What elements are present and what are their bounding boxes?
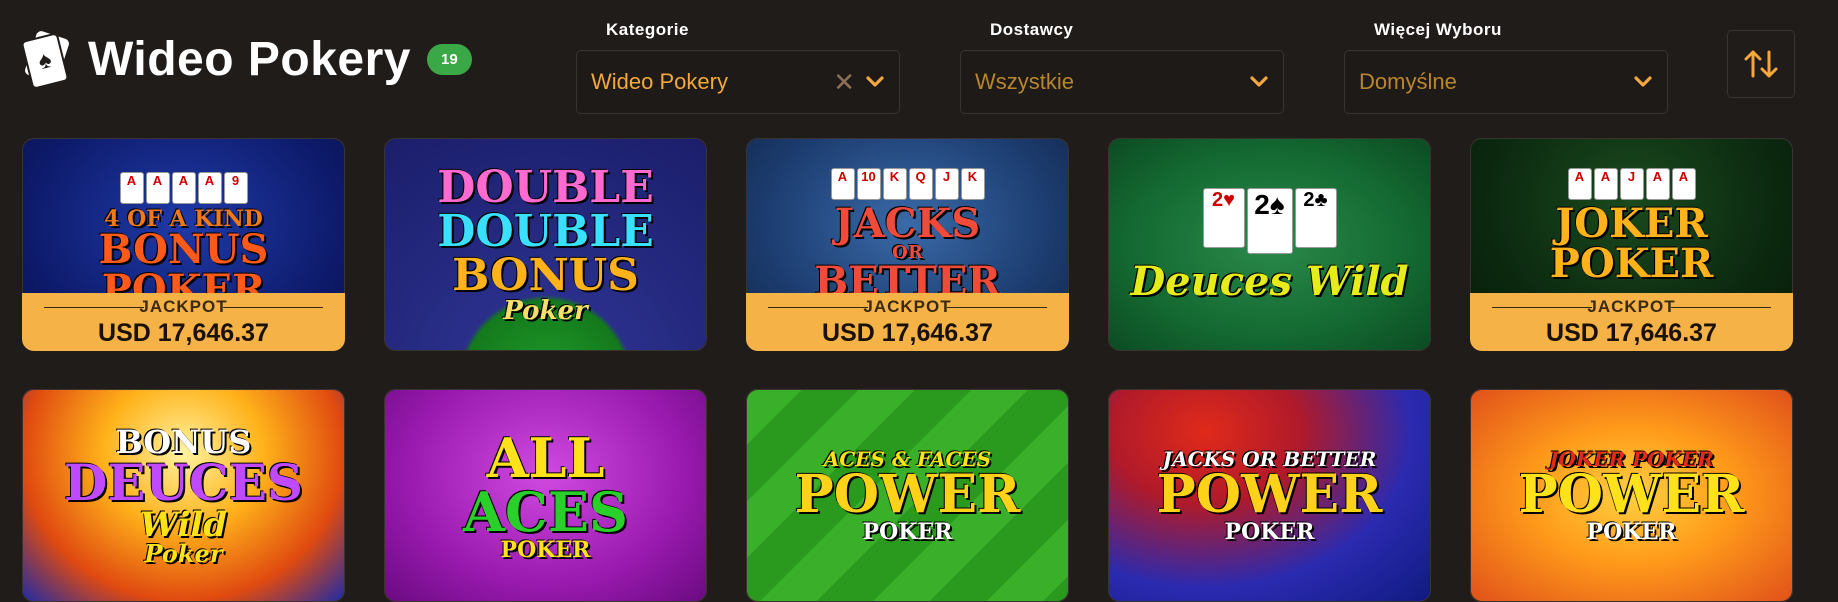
game-art: JOKER POKER POWER POKER (1470, 389, 1793, 602)
game-title-line: ACES (462, 479, 629, 544)
game-tile[interactable]: AAJAA JOKER POKER JACKPOT USD 17,646.37 (1470, 138, 1793, 351)
category-filter-label: Kategorie (606, 20, 689, 39)
game-art: DOUBLE DOUBLE BONUS Poker (384, 138, 707, 351)
provider-filter: Dostawcy Wszystkie (960, 20, 1284, 114)
provider-filter-label: Dostawcy (990, 20, 1074, 39)
jackpot-amount: USD 17,646.37 (98, 318, 269, 347)
title-group: ♠ Wideo Pokery 19 (20, 29, 472, 90)
game-title-line: POKER (862, 518, 953, 545)
game-art: 2♥ 2♠ 2♣ Deuces Wild (1108, 138, 1431, 351)
game-title-line: Deuces Wild (1130, 257, 1409, 305)
provider-select[interactable]: Wszystkie (960, 50, 1284, 114)
jackpot-banner: JACKPOT USD 17,646.37 (746, 293, 1069, 351)
cards-graphic: 2♥ 2♠ 2♣ (1202, 187, 1337, 254)
category-filter: Kategorie Wideo Pokery ✕ (576, 20, 900, 114)
game-art: JACKS OR BETTER POWER POKER (1108, 389, 1431, 602)
game-title-line: DOUBLE (437, 161, 654, 213)
jackpot-label: JACKPOT (1470, 297, 1793, 317)
game-tile[interactable]: ACES & FACES POWER POKER (746, 389, 1069, 602)
game-tile[interactable]: JACKS OR BETTER POWER POKER (1108, 389, 1431, 602)
page-title: Wideo Pokery (88, 32, 411, 86)
chevron-down-icon[interactable] (865, 72, 885, 92)
game-title-line: JACKS (834, 200, 981, 247)
sort-button[interactable] (1727, 30, 1795, 98)
cards-graphic: AAJAA (1567, 168, 1696, 200)
game-tile[interactable]: AAAA9 4 OF A KIND BONUS POKER JACKPOT US… (22, 138, 345, 351)
game-tile[interactable]: ALL ACES POKER (384, 389, 707, 602)
cards-graphic: AAAA9 (119, 172, 248, 204)
game-count-badge: 19 (427, 43, 472, 75)
game-title-line: POWER (1156, 463, 1383, 525)
game-title-line: Poker (503, 295, 588, 326)
sort-arrows-icon (1744, 50, 1778, 78)
game-art: ACES & FACES POWER POKER (746, 389, 1069, 602)
playing-card-icon: ♠ (20, 29, 74, 90)
game-title-line: Poker (144, 538, 223, 568)
jackpot-label: JACKPOT (22, 297, 345, 317)
game-title-line: DEUCES (63, 452, 304, 512)
game-tile[interactable]: A 10 K Q J K JACKS OR BETTER JACKPOT USD 17,6… (746, 138, 1069, 351)
game-tile[interactable]: 2♥ 2♠ 2♣ Deuces Wild (1108, 138, 1431, 351)
game-title-line: BONUS (452, 249, 639, 301)
game-title-line: POWER (1518, 463, 1745, 525)
chevron-down-icon[interactable] (1633, 72, 1653, 92)
game-title-line: JOKER (1555, 200, 1708, 247)
game-title-line: BONUS (98, 226, 269, 273)
more-options-value: Domyślne (1359, 69, 1457, 94)
game-art: BONUS DEUCES Wild Poker (22, 389, 345, 602)
jackpot-banner: JACKPOT USD 17,646.37 (22, 293, 345, 351)
game-art: ALL ACES POKER (384, 389, 707, 602)
game-tile[interactable]: DOUBLE DOUBLE BONUS Poker (384, 138, 707, 351)
game-title-line: Wild (139, 504, 228, 545)
game-title-line: POKER (500, 536, 591, 563)
chevron-down-icon[interactable] (1249, 72, 1269, 92)
more-options-filter: Więcej Wyboru Domyślne (1344, 20, 1668, 114)
jackpot-amount: USD 17,646.37 (822, 318, 993, 347)
cards-graphic: A 10 K Q J K (830, 168, 985, 200)
jackpot-banner: JACKPOT USD 17,646.37 (1470, 293, 1793, 351)
game-title-line: POWER (794, 463, 1021, 525)
game-title-line: POKER (1549, 240, 1714, 287)
game-title-line: POKER (1586, 518, 1677, 545)
clear-icon[interactable]: ✕ (833, 67, 855, 98)
game-title-line: POKER (1224, 518, 1315, 545)
jackpot-label: JACKPOT (746, 297, 1069, 317)
game-title-line: DOUBLE (437, 205, 654, 257)
more-options-label: Więcej Wyboru (1374, 20, 1502, 39)
game-title-line: ALL (486, 425, 605, 490)
more-options-select[interactable]: Domyślne (1344, 50, 1668, 114)
category-select-value: Wideo Pokery (591, 69, 728, 94)
provider-select-value: Wszystkie (975, 69, 1074, 94)
category-select[interactable]: Wideo Pokery ✕ (576, 50, 900, 114)
game-tile[interactable]: BONUS DEUCES Wild Poker (22, 389, 345, 602)
game-tile[interactable]: JOKER POKER POWER POKER (1470, 389, 1793, 602)
jackpot-amount: USD 17,646.37 (1546, 318, 1717, 347)
game-grid: AAAA9 4 OF A KIND BONUS POKER JACKPOT US… (22, 138, 1796, 602)
page-header: ♠ Wideo Pokery 19 Kategorie Wideo Pokery… (0, 0, 1838, 130)
